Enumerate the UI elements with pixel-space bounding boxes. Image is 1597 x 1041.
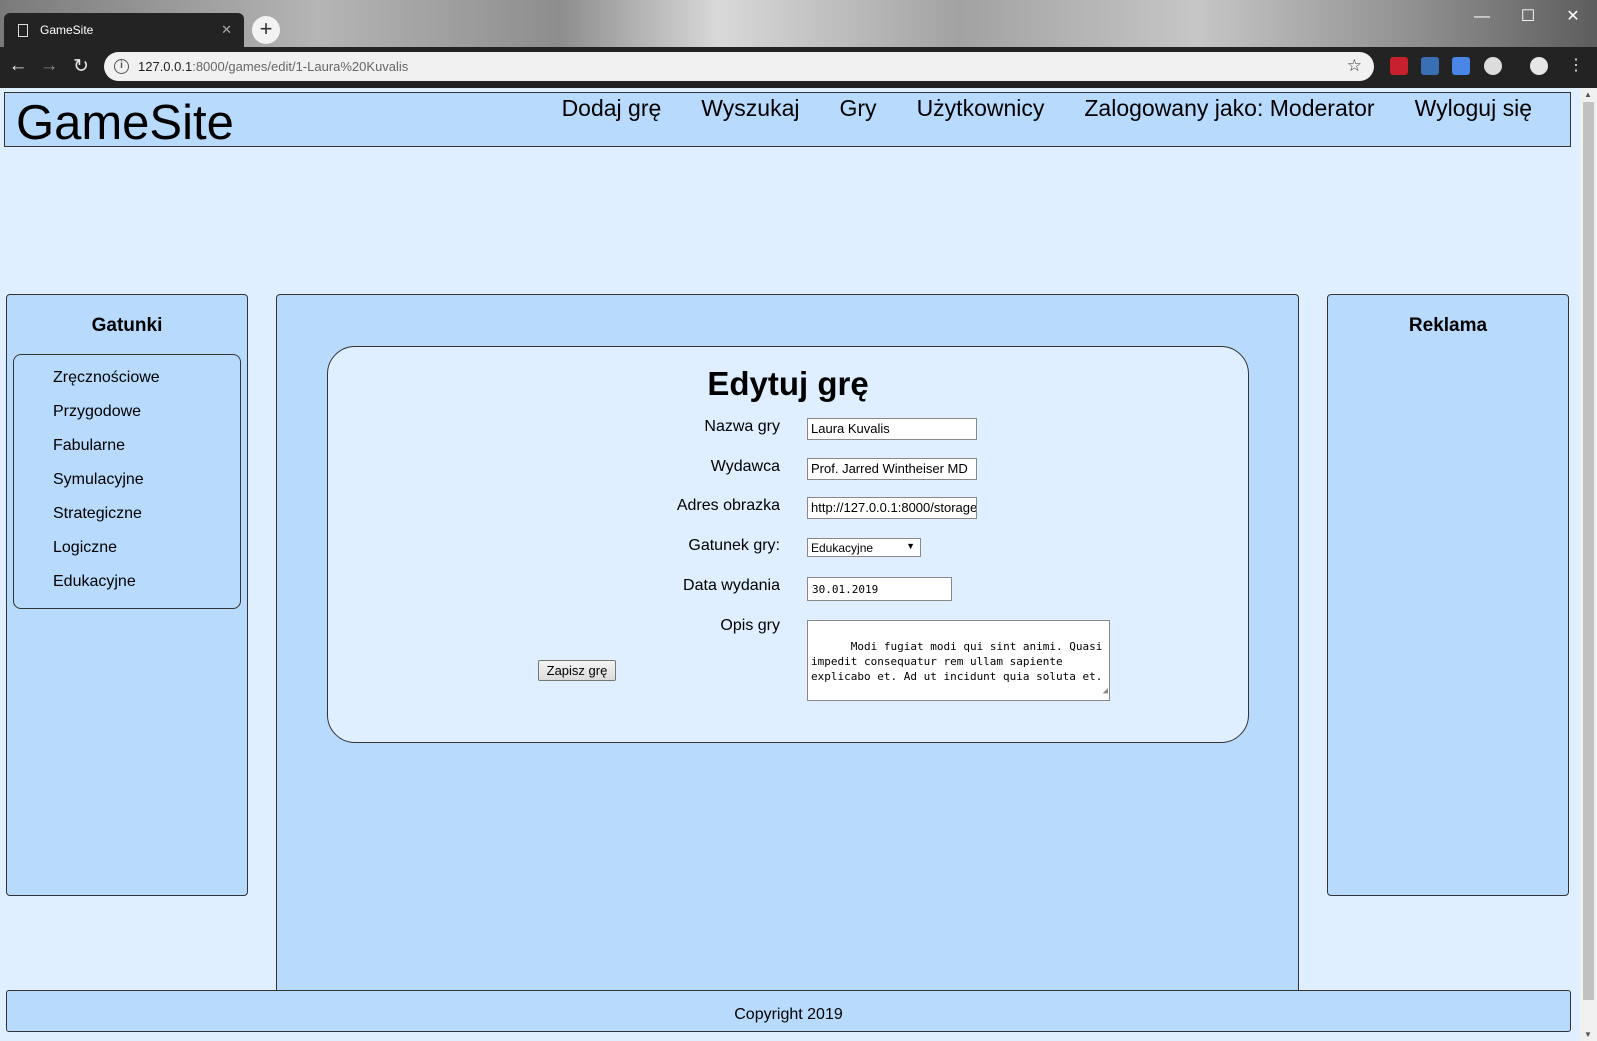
new-tab-button[interactable]: + (252, 16, 280, 44)
profile-icon[interactable] (1530, 57, 1548, 75)
page-icon (18, 23, 28, 37)
extension-icon[interactable] (1484, 57, 1502, 75)
description-text: Modi fugiat modi qui sint animi. Quasi i… (811, 640, 1110, 683)
genre-list-box: Zręcznościowe Przygodowe Fabularne Symul… (13, 354, 241, 609)
site-header: GameSite Dodaj grę Wyszukaj Gry Użytkown… (4, 92, 1571, 150)
extension-icon[interactable] (1421, 57, 1439, 75)
description-label: Opis gry (720, 617, 780, 634)
nav-logout[interactable]: Wyloguj się (1415, 95, 1532, 122)
page-scrollbar[interactable]: ▲ ▼ (1580, 88, 1597, 1041)
close-window-icon[interactable]: ✕ (1551, 4, 1595, 30)
genre-select[interactable]: Edukacyjne ▼ (807, 538, 921, 557)
genres-sidebar: Gatunki Zręcznościowe Przygodowe Fabular… (6, 294, 248, 896)
nav-add-game[interactable]: Dodaj grę (562, 95, 662, 122)
release-date-label: Data wydania (683, 577, 780, 594)
genre-select-value: Edukacyjne (811, 540, 874, 555)
chevron-down-icon: ▼ (906, 541, 915, 551)
bookmark-star-icon[interactable]: ☆ (1347, 56, 1362, 76)
image-url-label: Adres obrazka (676, 497, 780, 514)
url-path: :8000/games/edit/1-Laura%20Kuvalis (192, 59, 409, 74)
genre-item[interactable]: Fabularne (53, 437, 240, 471)
genre-item[interactable]: Symulacyjne (53, 471, 240, 505)
ads-title: Reklama (1408, 315, 1488, 336)
site-logo[interactable]: GameSite (16, 95, 234, 151)
minimize-icon[interactable]: — (1460, 4, 1504, 30)
ads-sidebar: Reklama (1327, 294, 1569, 896)
nav-search[interactable]: Wyszukaj (701, 95, 799, 122)
scroll-down-icon[interactable]: ▼ (1584, 1030, 1592, 1039)
name-input[interactable]: Laura Kuvalis (807, 418, 977, 440)
url-host: 127.0.0.1 (138, 59, 193, 74)
publisher-input[interactable]: Prof. Jarred Wintheiser MD (807, 458, 977, 480)
maximize-icon[interactable]: ☐ (1506, 4, 1550, 30)
main-content: Edytuj grę Nazwa gry Laura Kuvalis Wydaw… (276, 294, 1299, 990)
back-icon[interactable]: ← (6, 55, 30, 77)
menu-icon[interactable]: ⋮ (1564, 55, 1588, 75)
scroll-up-icon[interactable]: ▲ (1584, 90, 1592, 99)
nav-users[interactable]: Użytkownicy (917, 95, 1045, 122)
form-title: Edytuj grę (707, 365, 869, 402)
release-date-input[interactable]: 30.01.2019 (807, 577, 952, 601)
scroll-thumb[interactable] (1583, 102, 1594, 1000)
nav-games[interactable]: Gry (840, 95, 877, 122)
nav-logged-in-as[interactable]: Zalogowany jako: Moderator (1084, 95, 1374, 122)
genre-item[interactable]: Edukacyjne (53, 573, 240, 607)
save-game-button[interactable]: Zapisz grę (538, 660, 616, 681)
edit-game-form: Edytuj grę Nazwa gry Laura Kuvalis Wydaw… (327, 346, 1249, 743)
address-bar[interactable]: i 127.0.0.1:8000/games/edit/1-Laura%20Ku… (104, 52, 1374, 81)
genre-label: Gatunek gry: (688, 537, 780, 554)
translate-icon[interactable] (1452, 57, 1470, 75)
genre-item[interactable]: Zręcznościowe (53, 369, 240, 403)
resize-grip-icon[interactable]: ◢ (1103, 684, 1108, 699)
genre-item[interactable]: Strategiczne (53, 505, 240, 539)
browser-titlebar: GameSite ✕ + — ☐ ✕ (0, 0, 1597, 47)
genre-item[interactable]: Przygodowe (53, 403, 240, 437)
name-label: Nazwa gry (704, 418, 780, 435)
publisher-label: Wydawca (710, 458, 780, 475)
genre-item[interactable]: Logiczne (53, 539, 240, 573)
browser-tab[interactable]: GameSite ✕ (4, 13, 244, 47)
tab-title: GameSite (40, 23, 94, 37)
description-textarea[interactable]: Modi fugiat modi qui sint animi. Quasi i… (807, 620, 1110, 701)
reload-icon[interactable]: ↻ (69, 55, 93, 78)
forward-icon[interactable]: → (37, 55, 61, 77)
browser-toolbar: ← → ↻ i 127.0.0.1:8000/games/edit/1-Laur… (0, 47, 1597, 88)
site-footer: Copyright 2019 (6, 990, 1571, 1032)
genres-title: Gatunki (91, 315, 163, 336)
image-url-input[interactable]: http://127.0.0.1:8000/storage (807, 497, 977, 519)
adblock-icon[interactable] (1390, 57, 1408, 75)
top-navigation: Dodaj grę Wyszukaj Gry Użytkownicy Zalog… (522, 95, 1532, 122)
close-tab-icon[interactable]: ✕ (221, 22, 232, 38)
info-icon[interactable]: i (114, 59, 129, 74)
